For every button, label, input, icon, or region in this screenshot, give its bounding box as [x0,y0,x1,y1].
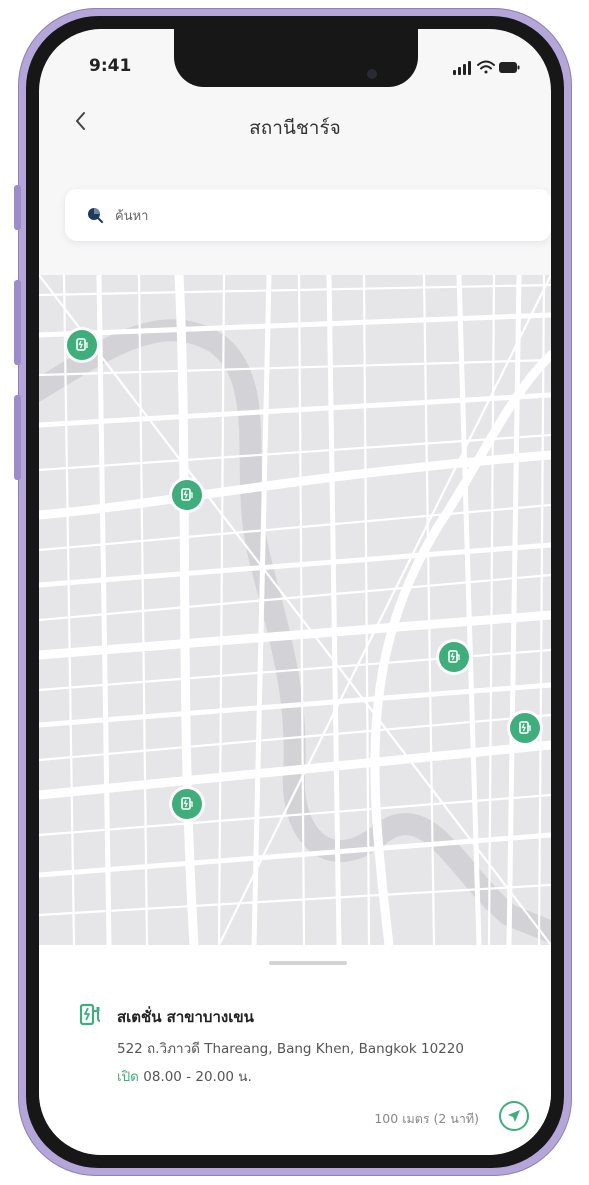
charging-station-icon [76,338,88,351]
search-icon [88,208,103,223]
phone-notch [174,29,418,87]
open-status-label: เปิด [117,1069,139,1085]
station-info-sheet: สเตชั่น สาขาบางเขน 522 ถ.วิภาวดี Tharean… [39,945,551,1155]
navigation-arrow-icon [508,1110,520,1122]
wifi-icon [477,60,495,74]
status-time: 9:41 [89,56,132,76]
charging-station-icon [519,721,531,734]
hours-value: 08.00 - 20.00 น. [143,1069,252,1085]
status-icons [451,55,521,79]
app-header: สถานีชาร์จ [39,99,551,153]
signal-icon [453,61,471,75]
ev-charger-icon [79,1003,101,1026]
search-input[interactable] [113,202,517,230]
distance-text: 100 เมตร (2 นาที) [374,1111,479,1126]
battery-icon [499,62,520,73]
charging-pin[interactable] [67,330,97,360]
map-streets [39,270,551,950]
charging-station-icon [448,650,460,663]
charging-station-icon [181,797,193,810]
page-title: สถานีชาร์จ [249,117,341,139]
charging-pin[interactable] [510,713,540,743]
search-bar[interactable] [65,189,551,241]
map-view[interactable] [39,270,551,950]
charging-pin[interactable] [439,642,469,672]
opening-hours: เปิด 08.00 - 20.00 น. [117,1065,252,1087]
phone-side-button [14,185,21,230]
charging-station-icon [181,488,193,501]
charging-pin[interactable] [172,789,202,819]
charging-pin[interactable] [172,480,202,510]
phone-side-button [14,280,21,365]
navigate-button[interactable] [499,1101,529,1131]
station-address: 522 ถ.วิภาวดี Thareang, Bang Khen, Bangk… [117,1041,464,1057]
sheet-drag-handle[interactable] [269,961,347,965]
app-screen: 9:41 สถานีชาร์จ ค้นหา สเตชั่น สาขาบางเขน… [39,29,551,1155]
station-name: สเตชั่น สาขาบางเขน [117,1008,254,1026]
camera-icon [367,69,377,79]
phone-side-button [14,395,21,480]
